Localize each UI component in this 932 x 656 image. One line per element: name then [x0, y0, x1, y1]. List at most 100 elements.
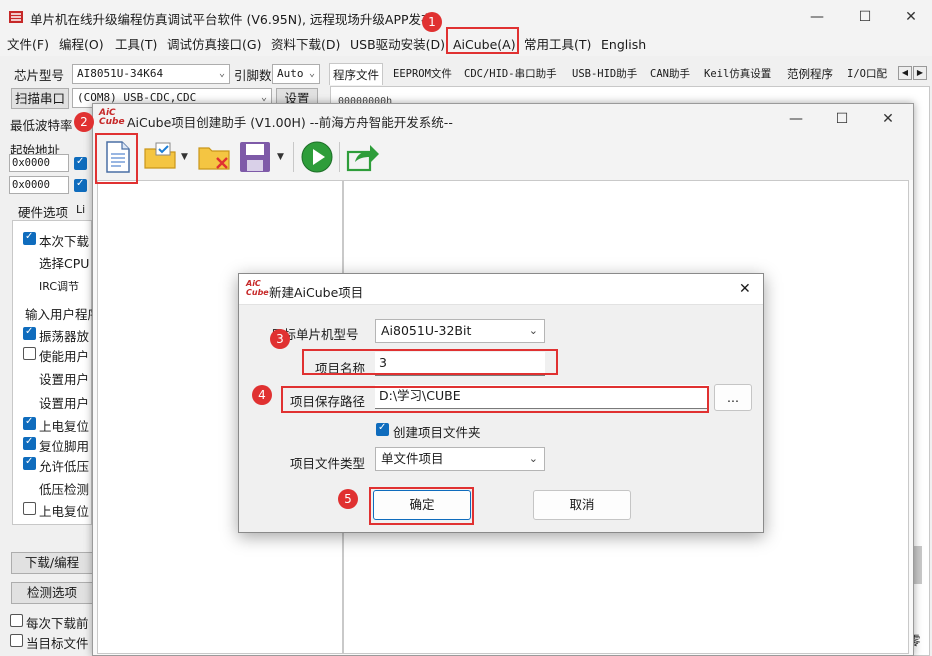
- close-button[interactable]: ✕: [888, 0, 932, 34]
- cancel-button[interactable]: 取消: [533, 490, 631, 520]
- tab-li[interactable]: Li: [76, 203, 85, 216]
- option-label-7: 设置用户: [39, 396, 90, 411]
- create-folder-label: 创建项目文件夹: [393, 425, 481, 440]
- bottom-checkbox-1[interactable]: [10, 614, 23, 627]
- menu-english[interactable]: English: [601, 36, 646, 54]
- chevron-down-icon: ⌄: [308, 68, 315, 79]
- tab-io-config[interactable]: I/O口配: [844, 63, 890, 85]
- tab-can[interactable]: CAN助手: [647, 63, 693, 85]
- address-field-2[interactable]: 0x0000: [9, 176, 69, 194]
- option-checkbox-12[interactable]: [23, 502, 36, 515]
- file-type-value: 单文件项目: [381, 451, 444, 466]
- option-checkbox-5[interactable]: [23, 347, 36, 360]
- chip-value: AI8051U-34K64: [77, 67, 164, 80]
- bottom-check-label-1: 每次下载前: [26, 616, 89, 631]
- create-folder-checkbox[interactable]: [376, 422, 389, 436]
- annotation-badge-2: 2: [74, 112, 94, 132]
- tab-eeprom-file[interactable]: EEPROM文件: [390, 63, 455, 85]
- maximize-button[interactable]: ☐: [842, 0, 888, 34]
- minimize-button[interactable]: —: [794, 0, 840, 34]
- menu-usb-driver[interactable]: USB驱动安装(D): [350, 36, 445, 54]
- address-checkbox-2[interactable]: [74, 178, 87, 192]
- run-icon[interactable]: [299, 140, 335, 174]
- tab-hardware-options[interactable]: 硬件选项: [18, 202, 68, 221]
- assistant-maximize-button[interactable]: ☐: [819, 104, 865, 134]
- bottom-check-label-2: 当目标文件: [26, 636, 89, 651]
- highlight-project-name: [302, 349, 558, 375]
- annotation-badge-4: 4: [252, 385, 272, 405]
- option-label-9: 复位脚用: [39, 439, 90, 454]
- option-checkbox-9[interactable]: [23, 436, 36, 450]
- highlight-aicube-menu: [446, 27, 519, 54]
- highlight-ok-button: [369, 487, 474, 525]
- export-icon[interactable]: [345, 140, 381, 174]
- option-label-2: IRC调节: [39, 280, 80, 293]
- tab-usb-hid[interactable]: USB-HID助手: [569, 63, 640, 85]
- menu-file[interactable]: 文件(F): [7, 36, 49, 54]
- save-dropdown-icon[interactable]: ▼: [277, 152, 284, 162]
- toolbar-divider: [293, 142, 294, 172]
- app-logo-icon: [9, 11, 23, 23]
- tab-cdc-hid-serial[interactable]: CDC/HID-串口助手: [461, 63, 560, 85]
- chevron-down-icon: ⌄: [528, 452, 538, 465]
- download-program-button[interactable]: 下载/编程: [11, 552, 93, 574]
- assistant-toolbar: ▼ ▼: [93, 134, 913, 180]
- option-label-6: 设置用户: [39, 372, 90, 387]
- address-field-1[interactable]: 0x0000: [9, 154, 69, 172]
- menu-common-tools[interactable]: 常用工具(T): [524, 36, 591, 54]
- open-dropdown-icon[interactable]: ▼: [181, 152, 188, 162]
- highlight-new-project: [95, 133, 138, 184]
- scan-port-button[interactable]: 扫描串口: [11, 88, 69, 109]
- close-project-icon[interactable]: [197, 140, 233, 174]
- option-checkbox-4[interactable]: [23, 326, 36, 340]
- main-window-title: 单片机在线升级编程仿真调试平台软件 (V6.95N), 远程现场升级APP发布: [30, 12, 434, 27]
- option-label-4: 振荡器放: [39, 329, 90, 344]
- assistant-close-button[interactable]: ✕: [865, 104, 911, 134]
- chip-label: 芯片型号: [14, 68, 65, 83]
- menu-downloads[interactable]: 资料下载(D): [271, 36, 340, 54]
- option-label-3: 输入用户程序: [25, 307, 101, 322]
- target-chip-value: Ai8051U-32Bit: [381, 323, 472, 338]
- menu-debug[interactable]: 调试仿真接口(G): [167, 36, 261, 54]
- check-options-button[interactable]: 检测选项: [11, 582, 93, 604]
- menu-program[interactable]: 编程(O): [59, 36, 104, 54]
- assistant-minimize-button[interactable]: —: [773, 104, 819, 134]
- aicube-logo-icon: AiC Cube: [99, 108, 125, 127]
- assistant-title: AiCube项目创建助手 (V1.00H) --前海方舟智能开发系统--: [127, 115, 453, 130]
- tab-scroll-right-icon[interactable]: ▶: [913, 66, 927, 80]
- highlight-save-path: [281, 386, 709, 413]
- tab-examples[interactable]: 范例程序: [784, 63, 836, 85]
- tab-scroll-left-icon[interactable]: ◀: [898, 66, 912, 80]
- baud-label: 最低波特率: [10, 118, 73, 133]
- dialog-title: 新建AiCube项目: [269, 285, 364, 300]
- save-icon[interactable]: [237, 140, 273, 174]
- chip-select[interactable]: AI8051U-34K64 ⌄: [72, 64, 230, 84]
- dialog-close-icon[interactable]: ✕: [739, 281, 751, 297]
- option-label-1: 选择CPU: [39, 256, 90, 271]
- pin-value: Auto: [277, 67, 304, 80]
- target-chip-select[interactable]: Ai8051U-32Bit ⌄: [375, 319, 545, 343]
- option-checkbox-10[interactable]: [23, 456, 36, 470]
- tab-program-file[interactable]: 程序文件: [329, 63, 383, 85]
- option-label-10: 允许低压: [39, 459, 90, 474]
- browse-button[interactable]: ...: [714, 384, 752, 411]
- option-checkbox-8[interactable]: [23, 416, 36, 430]
- assistant-title-bar: AiC Cube AiCube项目创建助手 (V1.00H) --前海方舟智能开…: [93, 104, 913, 134]
- dialog-title-bar: AiC Cube 新建AiCube项目 ✕: [239, 274, 763, 305]
- file-type-label: 项目文件类型: [289, 456, 365, 471]
- aicube-logo-icon: AiC Cube: [246, 279, 269, 297]
- toolbar-divider: [339, 142, 340, 172]
- right-tab-strip: 程序文件 EEPROM文件 CDC/HID-串口助手 USB-HID助手 CAN…: [328, 63, 932, 85]
- pin-label: 引脚数: [234, 68, 272, 83]
- option-checkbox-0[interactable]: [23, 231, 36, 245]
- address-checkbox-1[interactable]: [74, 156, 87, 170]
- menu-tools[interactable]: 工具(T): [115, 36, 157, 54]
- open-project-icon[interactable]: [143, 140, 179, 174]
- bottom-checkbox-2[interactable]: [10, 634, 23, 647]
- annotation-badge-5: 5: [338, 489, 358, 509]
- option-label-8: 上电复位: [39, 419, 90, 434]
- option-label-5: 使能用户: [39, 349, 90, 364]
- pin-select[interactable]: Auto ⌄: [272, 64, 320, 84]
- tab-keil-debug[interactable]: Keil仿真设置: [701, 63, 774, 85]
- file-type-select[interactable]: 单文件项目 ⌄: [375, 447, 545, 471]
